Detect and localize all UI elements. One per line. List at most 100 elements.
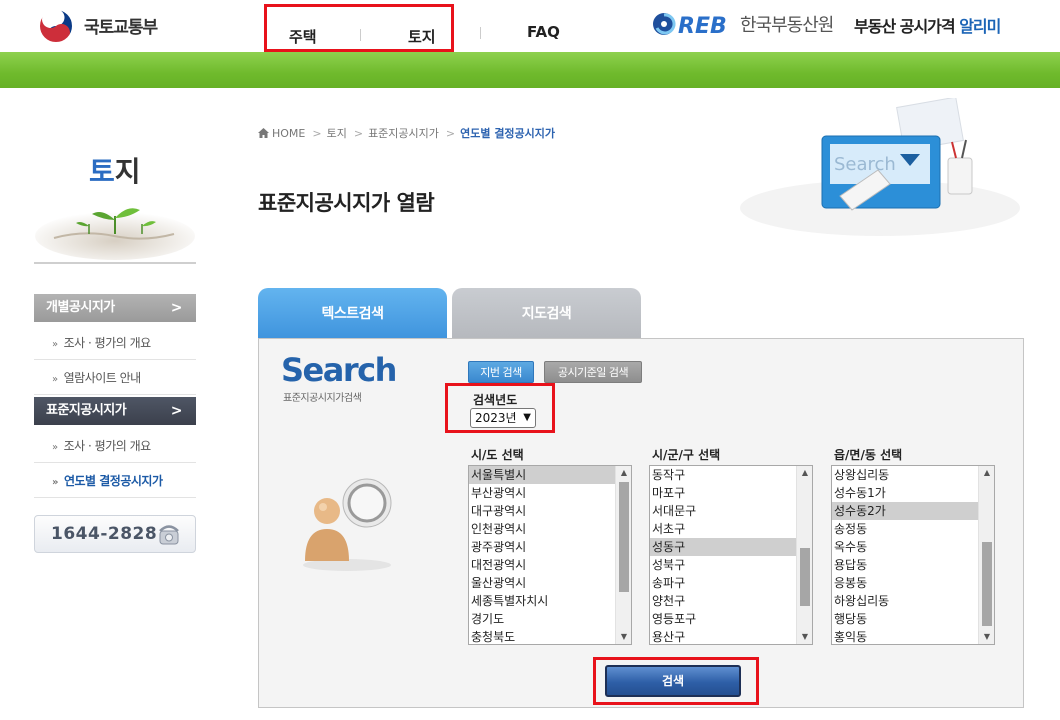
scrollbar[interactable]: ▲ ▼ xyxy=(978,466,994,644)
list-option[interactable]: 송정동 xyxy=(832,520,980,538)
site-title-text: 부동산 공시가격 xyxy=(854,17,956,36)
list-option[interactable]: 성수동1가 xyxy=(832,484,980,502)
list-option[interactable]: 세종특별자치시 xyxy=(469,592,617,610)
list-option[interactable]: 대구광역시 xyxy=(469,502,617,520)
list-option[interactable]: 송파구 xyxy=(650,574,798,592)
list-option[interactable]: 하왕십리동 xyxy=(832,592,980,610)
list-option[interactable]: 성동구 xyxy=(650,538,798,556)
list-option[interactable]: 울산광역시 xyxy=(469,574,617,592)
breadcrumb-home[interactable]: HOME xyxy=(272,127,305,140)
list-option[interactable]: 성북구 xyxy=(650,556,798,574)
site-title-highlight: 알리미 xyxy=(959,17,1001,36)
scroll-thumb[interactable] xyxy=(800,548,810,606)
korea-taeguk-logo-icon[interactable] xyxy=(36,6,76,46)
scroll-down-icon[interactable]: ▼ xyxy=(979,630,994,644)
list-option[interactable]: 경기도 xyxy=(469,610,617,628)
scroll-up-icon[interactable]: ▲ xyxy=(616,466,631,480)
year-highlight-box: 검색년도 2023년 ▼ xyxy=(445,383,555,433)
scrollbar[interactable]: ▲ ▼ xyxy=(796,466,812,644)
page-title: 표준지공시지가 열람 xyxy=(258,191,435,215)
list-option[interactable]: 인천광역시 xyxy=(469,520,617,538)
scroll-thumb[interactable] xyxy=(619,482,629,592)
list-option[interactable]: 서울특별시 xyxy=(469,466,617,484)
list-option[interactable]: 용답동 xyxy=(832,556,980,574)
list-option[interactable]: 서대문구 xyxy=(650,502,798,520)
sidebar-subitem-survey-overview[interactable]: » 조사 · 평가의 개요 xyxy=(34,326,196,360)
sidebar-title: 토지 xyxy=(89,155,141,188)
breadcrumb-land[interactable]: 토지 xyxy=(327,127,347,140)
chevron-right-icon: > xyxy=(170,300,183,316)
sido-listbox[interactable]: 서울특별시 부산광역시 대구광역시 인천광역시 광주광역시 대전광역시 울산광역시 세종특별자… xyxy=(468,465,632,645)
list-option[interactable]: 충청북도 xyxy=(469,628,617,644)
sidebar-subitem-site-guide[interactable]: » 열람사이트 안내 xyxy=(34,361,196,395)
sidebar-menu-standard-land-price[interactable]: 표준지공시지가 > xyxy=(34,397,196,425)
search-button-highlight-box: 검색 xyxy=(593,657,759,705)
nav-item-housing[interactable]: 주택 xyxy=(289,26,317,47)
base-date-search-button[interactable]: 공시기준일 검색 xyxy=(544,361,642,383)
breadcrumb-standard-land[interactable]: 표준지공시지가 xyxy=(368,127,439,140)
list-option[interactable]: 서초구 xyxy=(650,520,798,538)
search-logo-subtitle: 표준지공시지가검색 xyxy=(283,393,362,404)
list-option[interactable]: 양천구 xyxy=(650,592,798,610)
breadcrumb-current: 연도별 결정공시지가 xyxy=(460,127,556,140)
chevron-down-icon: ▼ xyxy=(523,412,531,423)
search-button[interactable]: 검색 xyxy=(605,665,741,697)
sido-label: 시/도 선택 xyxy=(471,448,524,462)
scroll-up-icon[interactable]: ▲ xyxy=(979,466,994,480)
tab-text-search[interactable]: 텍스트검색 xyxy=(258,288,447,340)
scroll-thumb[interactable] xyxy=(982,542,992,626)
list-option[interactable]: 대전광역시 xyxy=(469,556,617,574)
reb-logo-icon[interactable]: REB xyxy=(652,10,738,38)
dong-listbox[interactable]: 상왕십리동 성수동1가 성수동2가 송정동 옥수동 용답동 응봉동 하왕십리동 행당동 홍익동 ▲… xyxy=(831,465,995,645)
breadcrumb: HOME > 토지 > 표준지공시지가 > 연도별 결정공시지가 xyxy=(258,125,557,141)
list-option[interactable]: 홍익동 xyxy=(832,628,980,644)
scroll-up-icon[interactable]: ▲ xyxy=(797,466,812,480)
scrollbar[interactable]: ▲ ▼ xyxy=(615,466,631,644)
main-nav-highlight-box: 주택 토지 xyxy=(264,4,454,52)
nav-divider xyxy=(480,27,481,39)
sigungu-label: 시/군/구 선택 xyxy=(652,448,721,462)
scroll-down-icon[interactable]: ▼ xyxy=(616,630,631,644)
breadcrumb-separator: > xyxy=(353,127,364,140)
year-label: 검색년도 xyxy=(473,393,518,407)
chevron-right-icon: > xyxy=(170,403,183,419)
reb-org-name[interactable]: 한국부동산원 xyxy=(740,11,834,37)
list-option[interactable]: 응봉동 xyxy=(832,574,980,592)
person-magnifier-illustration-icon xyxy=(303,478,392,571)
breadcrumb-separator: > xyxy=(445,127,456,140)
sprout-illustration-icon xyxy=(34,208,196,264)
tab-map-search[interactable]: 지도검색 xyxy=(452,288,641,340)
nav-divider xyxy=(360,29,361,41)
bullet-icon: » xyxy=(52,477,58,488)
list-option[interactable]: 용산구 xyxy=(650,628,798,644)
year-select[interactable]: 2023년 ▼ xyxy=(470,408,536,428)
ministry-name[interactable]: 국토교통부 xyxy=(84,13,158,38)
green-banner-bar xyxy=(0,52,1060,88)
search-panel: Search 표준지공시지가검색 지번 검색 공시기준일 검색 검색년도 202… xyxy=(258,338,1024,708)
sidebar-subitem-yearly-price[interactable]: » 연도별 결정공시지가 xyxy=(34,464,196,498)
list-option[interactable]: 부산광역시 xyxy=(469,484,617,502)
scroll-down-icon[interactable]: ▼ xyxy=(797,630,812,644)
list-option[interactable]: 상왕십리동 xyxy=(832,466,980,484)
site-title[interactable]: 부동산 공시가격 알리미 xyxy=(854,13,1001,37)
breadcrumb-separator: > xyxy=(312,127,322,140)
phone-number: 1644-2828 xyxy=(51,524,158,544)
list-option[interactable]: 옥수동 xyxy=(832,538,980,556)
sidebar-subitem-survey-overview[interactable]: » 조사 · 평가의 개요 xyxy=(34,429,196,463)
list-option[interactable]: 광주광역시 xyxy=(469,538,617,556)
sigungu-listbox[interactable]: 동작구 마포구 서대문구 서초구 성동구 성북구 송파구 양천구 영등포구 용산구 ▲ ▼ xyxy=(649,465,813,645)
list-option[interactable]: 영등포구 xyxy=(650,610,798,628)
sidebar-menu-individual-land-price[interactable]: 개별공시지가 > xyxy=(34,294,196,322)
list-option[interactable]: 동작구 xyxy=(650,466,798,484)
list-option[interactable]: 성수동2가 xyxy=(832,502,980,520)
list-option[interactable]: 마포구 xyxy=(650,484,798,502)
top-header: 국토교통부 주택 토지 FAQ REB 한국부동산원 부동산 공시가격 알리미 xyxy=(0,0,1060,52)
nav-item-faq[interactable]: FAQ xyxy=(527,23,560,41)
bullet-icon: » xyxy=(52,374,58,385)
telephone-icon xyxy=(159,525,179,545)
list-option[interactable]: 행당동 xyxy=(832,610,980,628)
home-icon xyxy=(258,128,269,138)
lot-number-search-button[interactable]: 지번 검색 xyxy=(468,361,534,383)
nav-item-land[interactable]: 토지 xyxy=(408,26,436,47)
svg-text:REB: REB xyxy=(678,14,727,38)
